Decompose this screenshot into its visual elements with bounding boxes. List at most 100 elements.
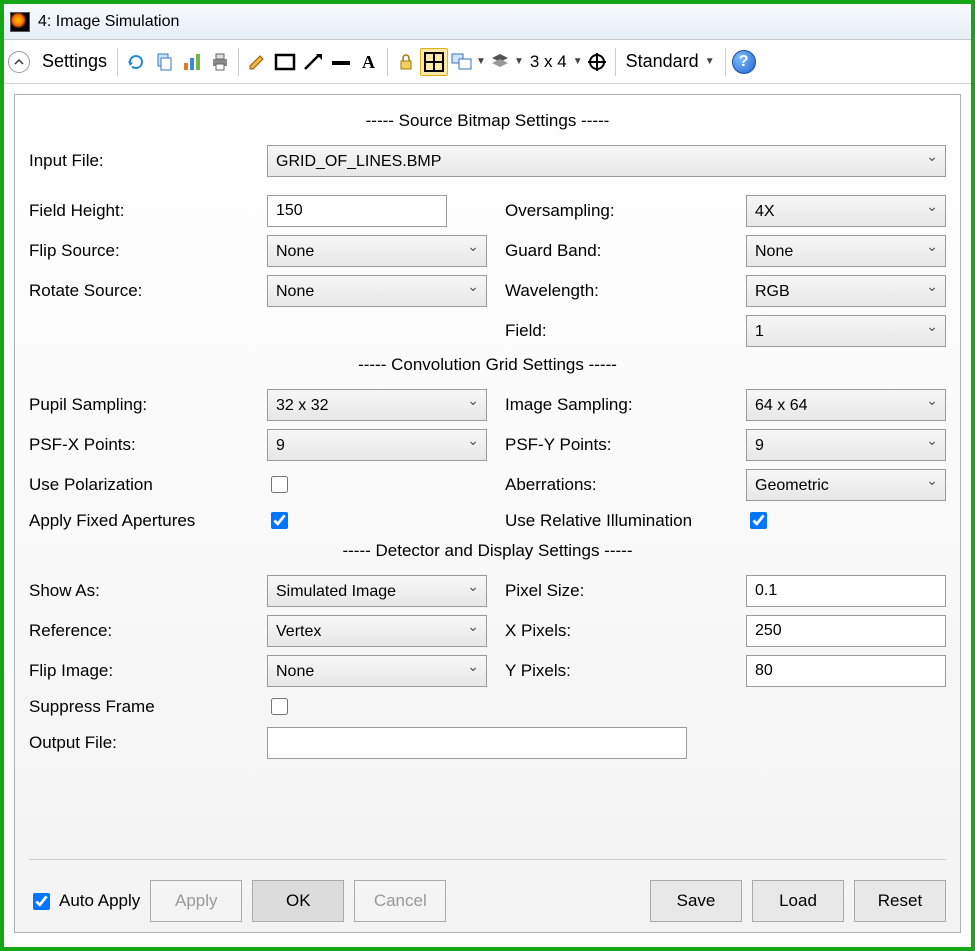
line-arrow-button[interactable]: [299, 48, 327, 76]
copy-button[interactable]: [150, 48, 178, 76]
label-x-pixels: X Pixels:: [505, 615, 728, 647]
label-image-sampling: Image Sampling:: [505, 389, 728, 421]
label-flip-source: Flip Source:: [29, 235, 249, 267]
input-file-select[interactable]: GRID_OF_LINES.BMP: [267, 145, 946, 177]
label-use-polarization: Use Polarization: [29, 469, 249, 501]
label-guard-band: Guard Band:: [505, 235, 728, 267]
label-show-as: Show As:: [29, 575, 249, 607]
settings-tab[interactable]: Settings: [36, 51, 113, 72]
show-as-select[interactable]: Simulated Image: [267, 575, 487, 607]
title-bar: 4: Image Simulation: [4, 4, 971, 40]
load-button[interactable]: Load: [752, 880, 844, 922]
footer-bar: Auto Apply Apply OK Cancel Save Load Res…: [29, 870, 946, 922]
label-wavelength: Wavelength:: [505, 275, 728, 307]
pencil-icon: [247, 52, 267, 72]
use-relative-illumination-checkbox[interactable]: [750, 512, 767, 529]
psf-x-select[interactable]: 9: [267, 429, 487, 461]
section-detector: ----- Detector and Display Settings ----…: [29, 541, 946, 561]
apply-button[interactable]: Apply: [150, 880, 242, 922]
pencil-button[interactable]: [243, 48, 271, 76]
output-file-input[interactable]: [267, 727, 687, 759]
layers-icon: [490, 52, 510, 72]
label-field: Field:: [505, 315, 728, 347]
target-icon: [587, 52, 607, 72]
label-pupil-sampling: Pupil Sampling:: [29, 389, 249, 421]
use-polarization-checkbox[interactable]: [271, 476, 288, 493]
toolbar: Settings A: [4, 40, 971, 84]
aberrations-select[interactable]: Geometric: [746, 469, 946, 501]
rotate-source-select[interactable]: None: [267, 275, 487, 307]
image-sampling-select[interactable]: 64 x 64: [746, 389, 946, 421]
label-pixel-size: Pixel Size:: [505, 575, 728, 607]
label-y-pixels: Y Pixels:: [505, 655, 728, 687]
mode-dropdown[interactable]: Standard ▼: [620, 51, 721, 72]
lock-button[interactable]: [392, 48, 420, 76]
reference-select[interactable]: Vertex: [267, 615, 487, 647]
label-reference: Reference:: [29, 615, 249, 647]
rectangle-icon: [274, 52, 296, 72]
psf-y-select[interactable]: 9: [746, 429, 946, 461]
refresh-button[interactable]: [122, 48, 150, 76]
print-button[interactable]: [206, 48, 234, 76]
layers-dropdown-chevron[interactable]: ▼: [514, 56, 524, 67]
label-oversampling: Oversampling:: [505, 195, 728, 227]
help-button[interactable]: ?: [730, 48, 758, 76]
x-pixels-input[interactable]: [746, 615, 946, 647]
label-rotate-source: Rotate Source:: [29, 275, 249, 307]
copy-icon: [154, 52, 174, 72]
mode-label: Standard: [626, 51, 699, 72]
auto-apply-label: Auto Apply: [59, 891, 140, 911]
arrow-icon: [302, 52, 324, 72]
ok-button[interactable]: OK: [252, 880, 344, 922]
target-button[interactable]: [583, 48, 611, 76]
label-output-file: Output File:: [29, 727, 249, 759]
cancel-button[interactable]: Cancel: [354, 880, 446, 922]
label-apply-fixed-apertures: Apply Fixed Apertures: [29, 505, 249, 537]
label-input-file: Input File:: [29, 145, 249, 177]
chart-icon: [182, 52, 202, 72]
window-frame: 4: Image Simulation Settings: [0, 0, 975, 951]
field-select[interactable]: 1: [746, 315, 946, 347]
save-button[interactable]: Save: [650, 880, 742, 922]
label-suppress-frame: Suppress Frame: [29, 691, 249, 723]
text-tool-button[interactable]: A: [355, 48, 383, 76]
refresh-icon: [126, 52, 146, 72]
chevron-up-icon: [14, 57, 24, 67]
svg-text:A: A: [362, 52, 375, 72]
label-aberrations: Aberrations:: [505, 469, 728, 501]
oversampling-select[interactable]: 4X: [746, 195, 946, 227]
y-pixels-input[interactable]: [746, 655, 946, 687]
apply-fixed-apertures-checkbox[interactable]: [271, 512, 288, 529]
pixel-size-input[interactable]: [746, 575, 946, 607]
grid-icon: [423, 51, 445, 73]
guard-band-select[interactable]: None: [746, 235, 946, 267]
label-use-relative-illumination: Use Relative Illumination: [505, 505, 728, 537]
auto-apply-checkbox[interactable]: [33, 893, 50, 910]
rectangle-tool-button[interactable]: [271, 48, 299, 76]
chart-button[interactable]: [178, 48, 206, 76]
section-convolution: ----- Convolution Grid Settings -----: [29, 355, 946, 375]
label-psf-y: PSF-Y Points:: [505, 429, 728, 461]
wavelength-select[interactable]: RGB: [746, 275, 946, 307]
section-source-bitmap: ----- Source Bitmap Settings -----: [29, 111, 946, 131]
suppress-frame-checkbox[interactable]: [271, 698, 288, 715]
collapse-settings-button[interactable]: [8, 51, 30, 73]
reset-button[interactable]: Reset: [854, 880, 946, 922]
settings-panel: ----- Source Bitmap Settings ----- Input…: [14, 94, 961, 933]
field-height-input[interactable]: [267, 195, 447, 227]
print-icon: [210, 52, 230, 72]
flip-image-select[interactable]: None: [267, 655, 487, 687]
app-icon: [10, 12, 30, 32]
layout-icon: [451, 52, 473, 72]
layout-dropdown-chevron[interactable]: ▼: [476, 56, 486, 67]
grid-size-dropdown-chevron[interactable]: ▼: [573, 56, 583, 67]
layers-button[interactable]: [486, 48, 514, 76]
pupil-sampling-select[interactable]: 32 x 32: [267, 389, 487, 421]
line-weight-button[interactable]: [327, 48, 355, 76]
grid-view-button[interactable]: [420, 48, 448, 76]
auto-apply-wrap[interactable]: Auto Apply: [29, 890, 140, 913]
chevron-down-icon: ▼: [705, 56, 715, 67]
flip-source-select[interactable]: None: [267, 235, 487, 267]
window-layout-button[interactable]: [448, 48, 476, 76]
footer-divider: [29, 859, 946, 860]
